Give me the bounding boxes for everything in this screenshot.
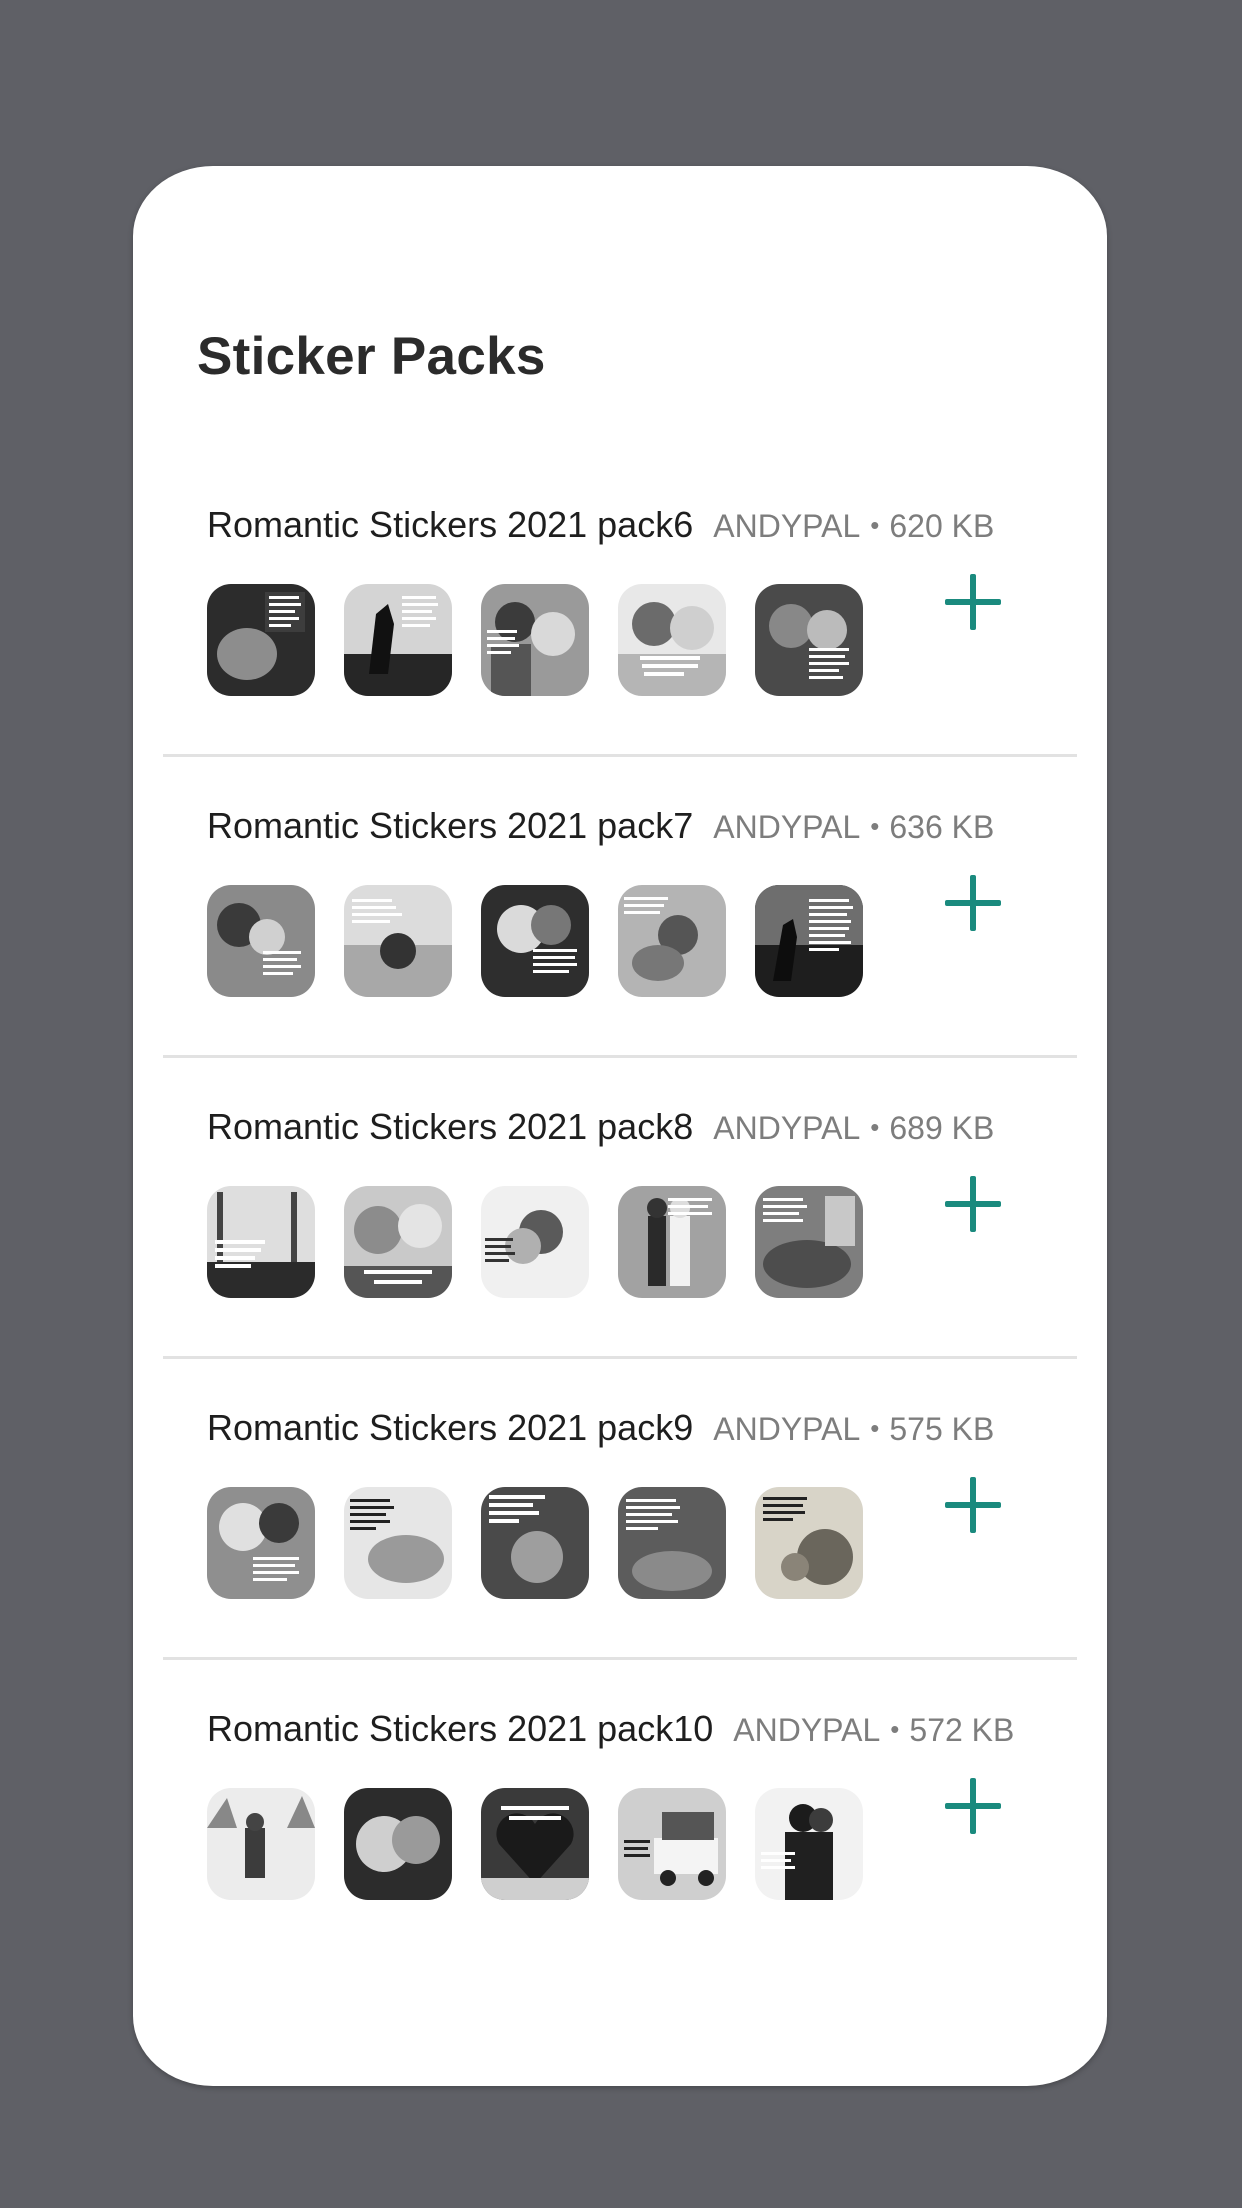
- sticker-thumbnail[interactable]: [618, 584, 726, 696]
- sticker-packs-card: Sticker Packs Romantic Stickers 2021 pac…: [133, 166, 1107, 2086]
- sticker-thumbnail[interactable]: [344, 1487, 452, 1599]
- sticker-thumbnail[interactable]: [207, 1788, 315, 1900]
- pack-row[interactable]: Romantic Stickers 2021 pack10 ANDYPAL • 57…: [163, 1660, 1077, 1958]
- sticker-thumbnails: [207, 1788, 863, 1900]
- sticker-thumbnail[interactable]: [344, 885, 452, 997]
- sticker-thumbnail[interactable]: [755, 1487, 863, 1599]
- add-pack-button[interactable]: [945, 1176, 1001, 1232]
- sticker-thumbnails: [207, 1487, 863, 1599]
- pack-publisher: ANDYPAL: [713, 508, 861, 544]
- pack-size: 575 KB: [889, 1411, 995, 1447]
- separator-dot: •: [870, 1112, 880, 1142]
- pack-name: Romantic Stickers 2021 pack8: [207, 1106, 694, 1147]
- sticker-thumbnail[interactable]: [481, 885, 589, 997]
- pack-row[interactable]: Romantic Stickers 2021 pack9 ANDYPAL • 575…: [163, 1359, 1077, 1660]
- separator-dot: •: [870, 1413, 880, 1443]
- pack-publisher: ANDYPAL: [713, 1110, 861, 1146]
- sticker-thumbnail[interactable]: [618, 1186, 726, 1298]
- pack-publisher: ANDYPAL: [733, 1712, 881, 1748]
- pack-header: Romantic Stickers 2021 pack8 ANDYPAL • 689…: [207, 1106, 994, 1151]
- sticker-thumbnail[interactable]: [481, 1186, 589, 1298]
- pack-list: Romantic Stickers 2021 pack6 ANDYPAL • 620…: [163, 456, 1077, 1958]
- separator-dot: •: [890, 1714, 900, 1744]
- sticker-thumbnail[interactable]: [344, 1186, 452, 1298]
- pack-size: 620 KB: [889, 508, 995, 544]
- sticker-thumbnail[interactable]: [755, 885, 863, 997]
- sticker-thumbnail[interactable]: [618, 885, 726, 997]
- sticker-thumbnail[interactable]: [618, 1487, 726, 1599]
- sticker-thumbnail[interactable]: [755, 584, 863, 696]
- add-pack-button[interactable]: [945, 1778, 1001, 1834]
- pack-header: Romantic Stickers 2021 pack6 ANDYPAL • 620…: [207, 504, 994, 549]
- pack-header: Romantic Stickers 2021 pack9 ANDYPAL • 575…: [207, 1407, 994, 1452]
- sticker-thumbnail[interactable]: [481, 584, 589, 696]
- pack-row[interactable]: Romantic Stickers 2021 pack8 ANDYPAL • 689…: [163, 1058, 1077, 1359]
- add-pack-button[interactable]: [945, 1477, 1001, 1533]
- pack-name: Romantic Stickers 2021 pack7: [207, 805, 694, 846]
- sticker-thumbnail[interactable]: [755, 1186, 863, 1298]
- pack-header: Romantic Stickers 2021 pack10 ANDYPAL • 57…: [207, 1708, 1014, 1753]
- sticker-thumbnails: [207, 1186, 863, 1298]
- add-pack-button[interactable]: [945, 574, 1001, 630]
- sticker-thumbnails: [207, 584, 863, 696]
- pack-name: Romantic Stickers 2021 pack6: [207, 504, 694, 545]
- pack-name: Romantic Stickers 2021 pack10: [207, 1708, 714, 1749]
- sticker-thumbnail[interactable]: [755, 1788, 863, 1900]
- pack-size: 689 KB: [889, 1110, 995, 1146]
- pack-publisher: ANDYPAL: [713, 809, 861, 845]
- sticker-thumbnail[interactable]: [481, 1788, 589, 1900]
- sticker-thumbnail[interactable]: [618, 1788, 726, 1900]
- add-pack-button[interactable]: [945, 875, 1001, 931]
- pack-publisher: ANDYPAL: [713, 1411, 861, 1447]
- sticker-thumbnail[interactable]: [344, 584, 452, 696]
- sticker-thumbnail[interactable]: [207, 584, 315, 696]
- sticker-thumbnail[interactable]: [207, 1186, 315, 1298]
- sticker-thumbnail[interactable]: [207, 1487, 315, 1599]
- pack-row[interactable]: Romantic Stickers 2021 pack7 ANDYPAL • 636…: [163, 757, 1077, 1058]
- pack-header: Romantic Stickers 2021 pack7 ANDYPAL • 636…: [207, 805, 994, 850]
- sticker-thumbnail[interactable]: [481, 1487, 589, 1599]
- sticker-thumbnails: [207, 885, 863, 997]
- separator-dot: •: [870, 510, 880, 540]
- sticker-thumbnail[interactable]: [207, 885, 315, 997]
- page-title: Sticker Packs: [197, 327, 546, 386]
- pack-size: 572 KB: [909, 1712, 1015, 1748]
- pack-row[interactable]: Romantic Stickers 2021 pack6 ANDYPAL • 620…: [163, 456, 1077, 757]
- separator-dot: •: [870, 811, 880, 841]
- pack-name: Romantic Stickers 2021 pack9: [207, 1407, 694, 1448]
- pack-size: 636 KB: [889, 809, 995, 845]
- sticker-thumbnail[interactable]: [344, 1788, 452, 1900]
